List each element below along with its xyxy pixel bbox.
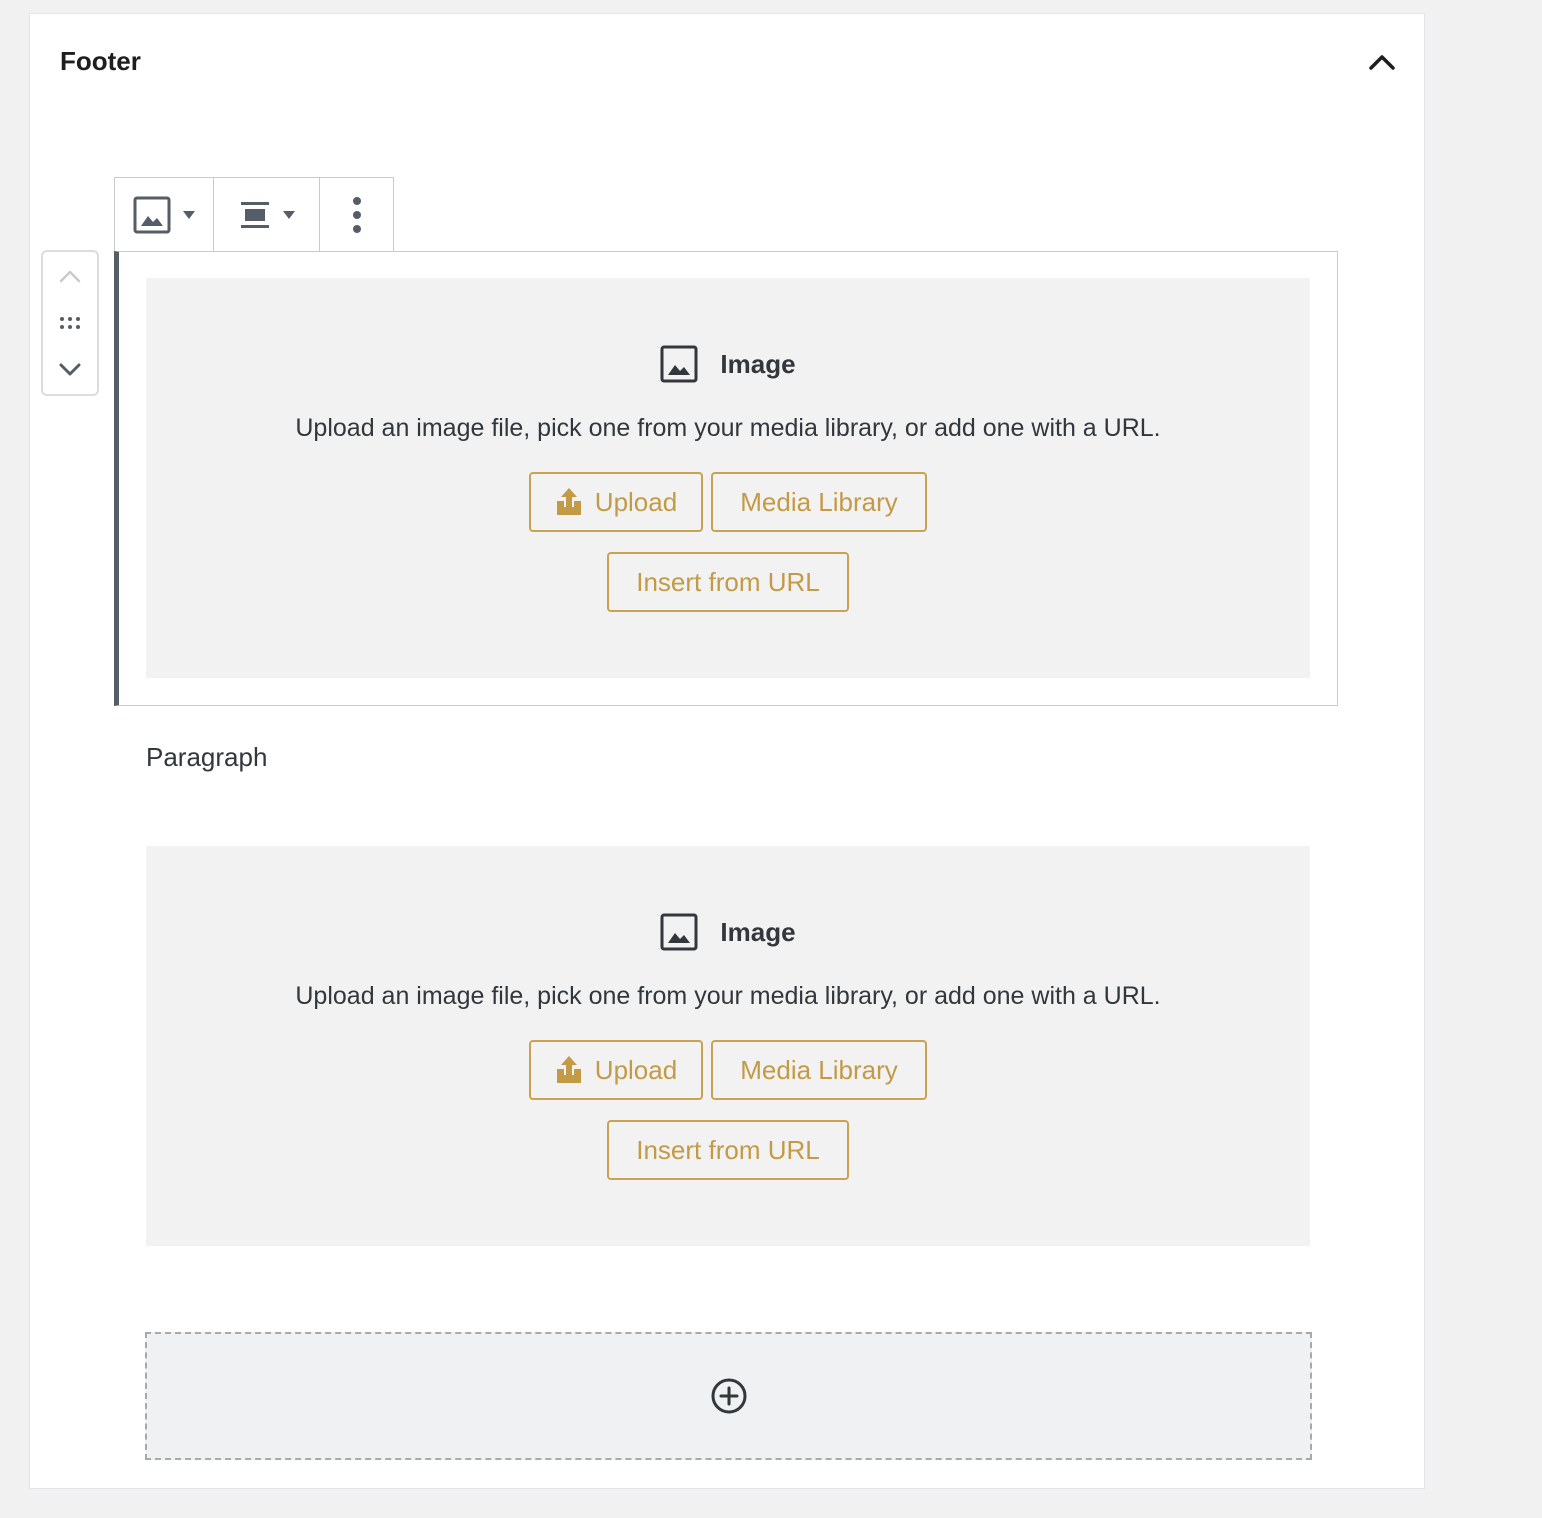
chevron-up-icon [1369,55,1395,70]
placeholder-label: Image [660,913,796,951]
placeholder-url-row: Insert from URL [607,552,849,612]
chevron-up-icon [59,270,81,282]
placeholder-instructions: Upload an image file, pick one from your… [295,982,1161,1010]
block-appender [145,1332,1312,1460]
more-options-button[interactable] [352,196,362,234]
insert-from-url-button[interactable]: Insert from URL [607,1120,849,1180]
image-icon [660,913,698,951]
block-toolbar [114,177,394,252]
caret-down-icon [282,211,295,219]
block-mover [41,250,99,396]
block-type-switcher-button[interactable] [133,196,195,234]
placeholder-url-row: Insert from URL [607,1120,849,1180]
media-library-button[interactable]: Media Library [711,472,927,532]
collapse-panel-button[interactable] [1364,44,1400,80]
media-library-button[interactable]: Media Library [711,1040,927,1100]
upload-button[interactable]: Upload [529,1040,703,1100]
placeholder-actions: Upload Media Library [529,472,927,532]
placeholder-actions: Upload Media Library [529,1040,927,1100]
move-up-button[interactable] [50,258,90,294]
upload-icon [556,1056,581,1083]
move-down-button[interactable] [50,352,90,388]
toolbar-group-block-type [115,178,214,252]
image-icon [133,196,171,234]
upload-label: Upload [594,486,678,517]
align-center-icon [240,202,269,228]
upload-label: Upload [594,1054,678,1085]
drag-handle-icon [60,316,80,329]
image-icon [660,345,698,383]
paragraph-block-placeholder[interactable]: Paragraph [146,742,267,773]
placeholder-label: Image [660,345,796,383]
plus-circle-icon [711,1378,746,1414]
add-block-button[interactable] [705,1372,753,1420]
drag-handle[interactable] [50,305,90,341]
insert-from-url-button[interactable]: Insert from URL [607,552,849,612]
panel-title: Footer [60,46,141,76]
placeholder-instructions: Upload an image file, pick one from your… [295,414,1161,442]
more-vertical-icon [352,197,361,233]
upload-icon [556,488,581,515]
placeholder-title: Image [720,916,796,947]
toolbar-group-align [214,178,320,252]
toolbar-group-more [320,178,393,252]
image-block-placeholder: Image Upload an image file, pick one fro… [146,278,1310,678]
upload-button[interactable]: Upload [529,472,703,532]
chevron-down-icon [59,363,81,376]
align-button[interactable] [239,200,295,230]
image-block-placeholder: Image Upload an image file, pick one fro… [146,846,1310,1246]
placeholder-title: Image [720,348,796,379]
caret-down-icon [183,211,195,219]
footer-panel: Footer Image Upload an image file, pick … [29,13,1425,1489]
